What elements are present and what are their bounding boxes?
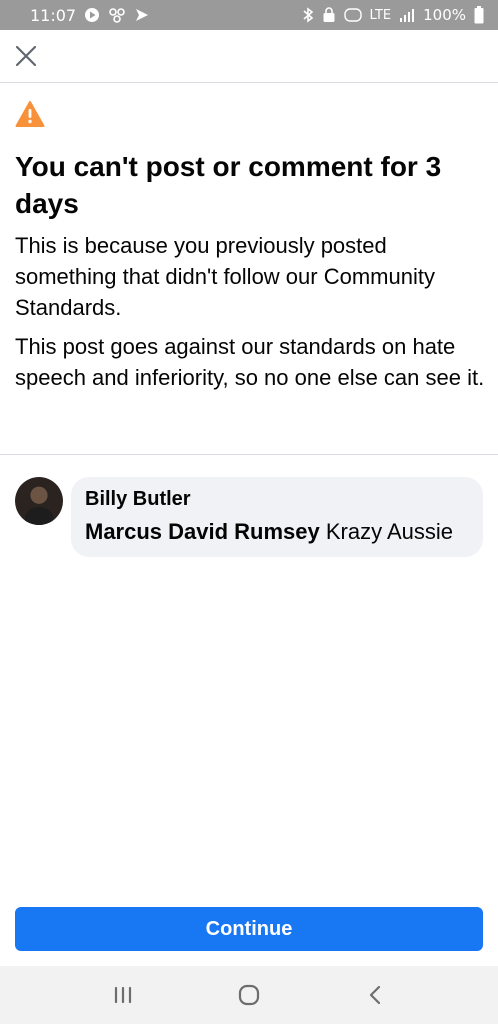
continue-button[interactable]: Continue [15, 907, 483, 951]
send-icon [134, 7, 150, 23]
comment-text: Marcus David Rumsey Krazy Aussie [85, 516, 469, 547]
pinwheel-icon [108, 7, 126, 23]
warning-content: You can't post or comment for 3 days Thi… [15, 100, 485, 393]
close-icon [15, 45, 37, 67]
back-icon [369, 985, 381, 1005]
status-right: LTE 100% [302, 6, 485, 24]
battery-percent: 100% [423, 6, 466, 24]
warning-headline: You can't post or comment for 3 days [15, 151, 442, 219]
warning-icon [15, 101, 45, 127]
status-left: 11:07 [30, 6, 150, 25]
nav-bar [0, 966, 498, 1024]
volte-icon [343, 7, 362, 23]
bluetooth-icon [302, 7, 314, 23]
recent-apps-icon [114, 986, 132, 1004]
recent-apps-button[interactable] [103, 975, 143, 1015]
signal-icon [399, 7, 415, 23]
comment-bubble: Billy Butler Marcus David Rumsey Krazy A… [71, 477, 483, 557]
comment-author: Billy Butler [85, 488, 191, 510]
avatar [15, 477, 63, 525]
section-divider [0, 454, 498, 455]
comment-preview: Billy Butler Marcus David Rumsey Krazy A… [15, 477, 485, 557]
status-time: 11:07 [30, 5, 77, 25]
warning-details: This post goes against our standards on … [15, 334, 485, 390]
comment-mention: Marcus David Rumsey [85, 519, 320, 544]
battery-icon [474, 6, 484, 24]
top-bar [0, 30, 498, 83]
back-button[interactable] [355, 975, 395, 1015]
network-type: LTE [369, 7, 392, 23]
warning-reason: This is because you previously posted so… [15, 233, 435, 320]
media-icon [84, 7, 100, 23]
status-bar: 11:07 LTE 100% [0, 0, 498, 30]
lock-icon [322, 7, 336, 23]
home-button[interactable] [229, 975, 269, 1015]
comment-body: Krazy Aussie [319, 519, 454, 544]
close-button[interactable] [10, 40, 42, 72]
home-icon [238, 984, 260, 1006]
